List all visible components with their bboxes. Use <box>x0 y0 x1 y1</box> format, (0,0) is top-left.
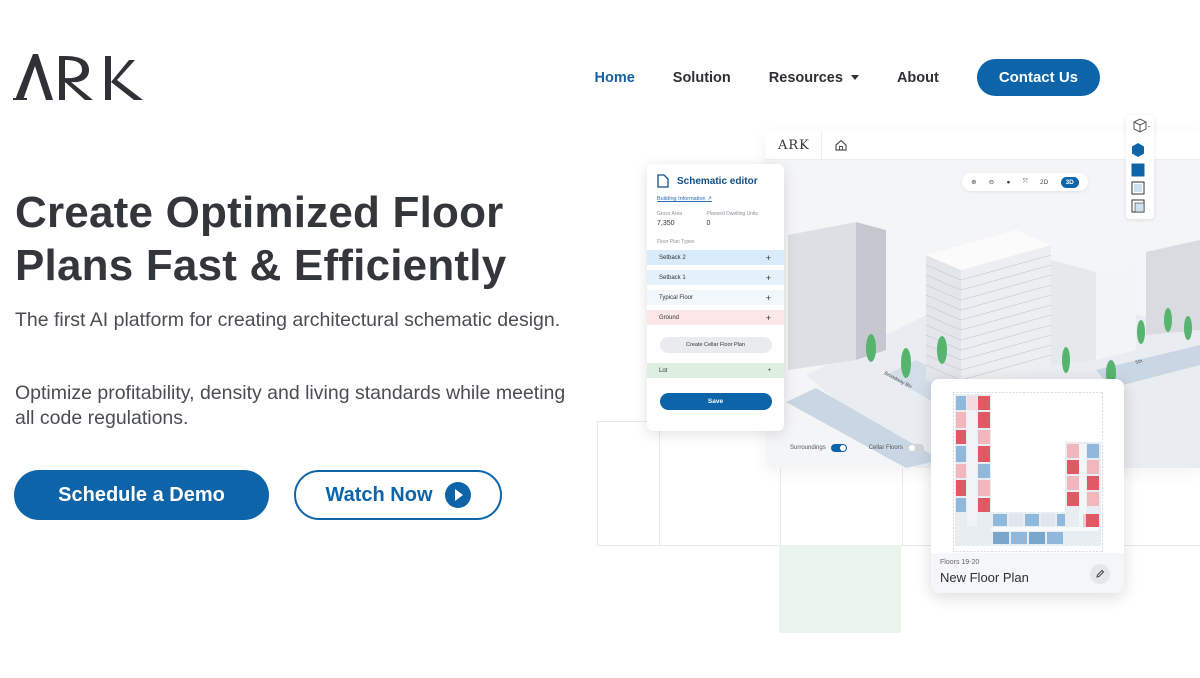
surroundings-label: Surroundings <box>790 445 826 451</box>
floor-solid-icon[interactable] <box>1131 163 1145 177</box>
hero-title-line2: Plans Fast & Efficiently <box>15 241 507 290</box>
pencil-icon <box>1096 569 1105 578</box>
gross-area-label: Gross Area <box>657 211 683 217</box>
floor-type-label: Setback 2 <box>659 254 686 261</box>
watch-now-button[interactable]: Watch Now <box>294 470 502 520</box>
floor-plan-name: New Floor Plan <box>940 570 1029 585</box>
gross-area-value: 7,350 <box>657 220 675 227</box>
editor-title: Schematic editor <box>677 175 758 187</box>
plus-icon[interactable]: + <box>766 253 771 263</box>
zoom-in-icon[interactable]: ⊕ <box>971 178 976 186</box>
plus-icon[interactable]: + <box>766 293 771 303</box>
zoom-out-icon[interactable]: ⊖ <box>989 178 994 186</box>
cellar-floors-label: Cellar Floors <box>868 445 903 451</box>
view-3d-button[interactable]: 3D <box>1060 176 1079 188</box>
edit-floor-plan-button[interactable] <box>1090 564 1110 584</box>
mockup-green-block <box>779 545 901 633</box>
document-icon <box>657 174 669 188</box>
hero-title: Create Optimized Floor Plans Fast & Effi… <box>15 186 595 292</box>
floor-stack-icon[interactable] <box>1131 199 1145 213</box>
caret-down-icon <box>850 75 859 80</box>
nav-solution[interactable]: Solution <box>673 70 731 86</box>
expand-icon[interactable]: ⤧ <box>1023 178 1028 186</box>
gross-area-metric: Gross Area 7,350 <box>657 211 707 227</box>
floor-type-setback-1[interactable]: Setback 1 + <box>647 270 784 285</box>
plus-icon[interactable]: + <box>766 313 771 323</box>
floor-plan-thumbnail <box>953 392 1103 552</box>
cellar-floors-toggle[interactable] <box>907 444 924 452</box>
editor-header: Schematic editor <box>657 174 774 188</box>
floor-type-label: Typical Floor <box>659 294 694 301</box>
floor-type-label: Ground <box>659 314 680 321</box>
floor-type-ground[interactable]: Ground + <box>647 310 784 325</box>
floor-type-label: Setback 1 <box>659 274 686 281</box>
cube-icon[interactable] <box>1133 118 1150 133</box>
contact-us-button[interactable]: Contact Us <box>976 59 1100 96</box>
play-icon <box>444 482 471 508</box>
nav-about[interactable]: About <box>897 70 939 86</box>
view-2d-button[interactable]: 2D <box>1040 179 1048 186</box>
dwelling-units-value: 0 <box>706 220 711 227</box>
building-information-link[interactable]: Building Information ↗ <box>657 196 774 202</box>
hero-description: The first AI platform for creating archi… <box>15 309 561 331</box>
floor-outline-icon[interactable] <box>1131 181 1145 195</box>
schematic-editor-panel: Schematic editor Building Information ↗ … <box>647 164 784 431</box>
home-icon[interactable] <box>834 138 848 152</box>
lot-label: Lot <box>659 367 668 374</box>
nav-resources[interactable]: Resources <box>769 70 859 86</box>
surroundings-toggle[interactable] <box>830 444 847 452</box>
floor-type-setback-2[interactable]: Setback 2 + <box>647 250 784 265</box>
floor-type-typical[interactable]: Typical Floor + <box>647 290 784 305</box>
surroundings-toggle-row: Surroundings Cellar Floors <box>790 444 924 452</box>
view-toolbar: ⊕ ⊖ ● ⤧ 2D 3D <box>962 173 1088 191</box>
dwelling-units-label: Planned Dwelling Units <box>706 211 758 217</box>
hexagon-icon[interactable] <box>1132 143 1144 157</box>
watch-now-label: Watch Now <box>325 483 433 506</box>
main-nav: Home Solution Resources About Contact Us <box>594 59 1100 96</box>
floor-plan-card-footer: Floors 19-20 New Floor Plan <box>931 553 1124 593</box>
schedule-demo-button[interactable]: Schedule a Demo <box>14 470 269 520</box>
grid-line <box>659 422 660 546</box>
save-button[interactable]: Save <box>659 393 772 410</box>
ark-logo[interactable] <box>13 52 145 102</box>
floor-plan-types-label: Floor Plan Types <box>657 239 695 245</box>
editor-metrics: Gross Area 7,350 Planned Dwelling Units … <box>657 211 774 227</box>
floor-range: Floors 19-20 <box>940 559 980 566</box>
lot-row[interactable]: Lot + <box>647 363 784 378</box>
create-cellar-floor-plan-button[interactable]: Create Cellar Floor Plan <box>659 337 772 353</box>
dot-icon[interactable]: ● <box>1006 179 1010 186</box>
dwelling-units-metric: Planned Dwelling Units 0 <box>707 211 775 227</box>
floor-plan-card[interactable]: Floors 19-20 New Floor Plan <box>931 379 1124 593</box>
building-info-label: Building Information <box>657 196 706 202</box>
nav-home[interactable]: Home <box>594 70 634 86</box>
hero-title-line1: Create Optimized Floor <box>15 188 504 237</box>
view-mode-sidebar <box>1126 115 1154 219</box>
app-logo: ARK <box>766 131 822 160</box>
nav-resources-label: Resources <box>768 69 843 86</box>
hero-subdescription: Optimize profitability, density and livi… <box>15 382 566 429</box>
plus-icon[interactable]: + <box>767 368 771 374</box>
plus-icon[interactable]: + <box>766 273 771 283</box>
